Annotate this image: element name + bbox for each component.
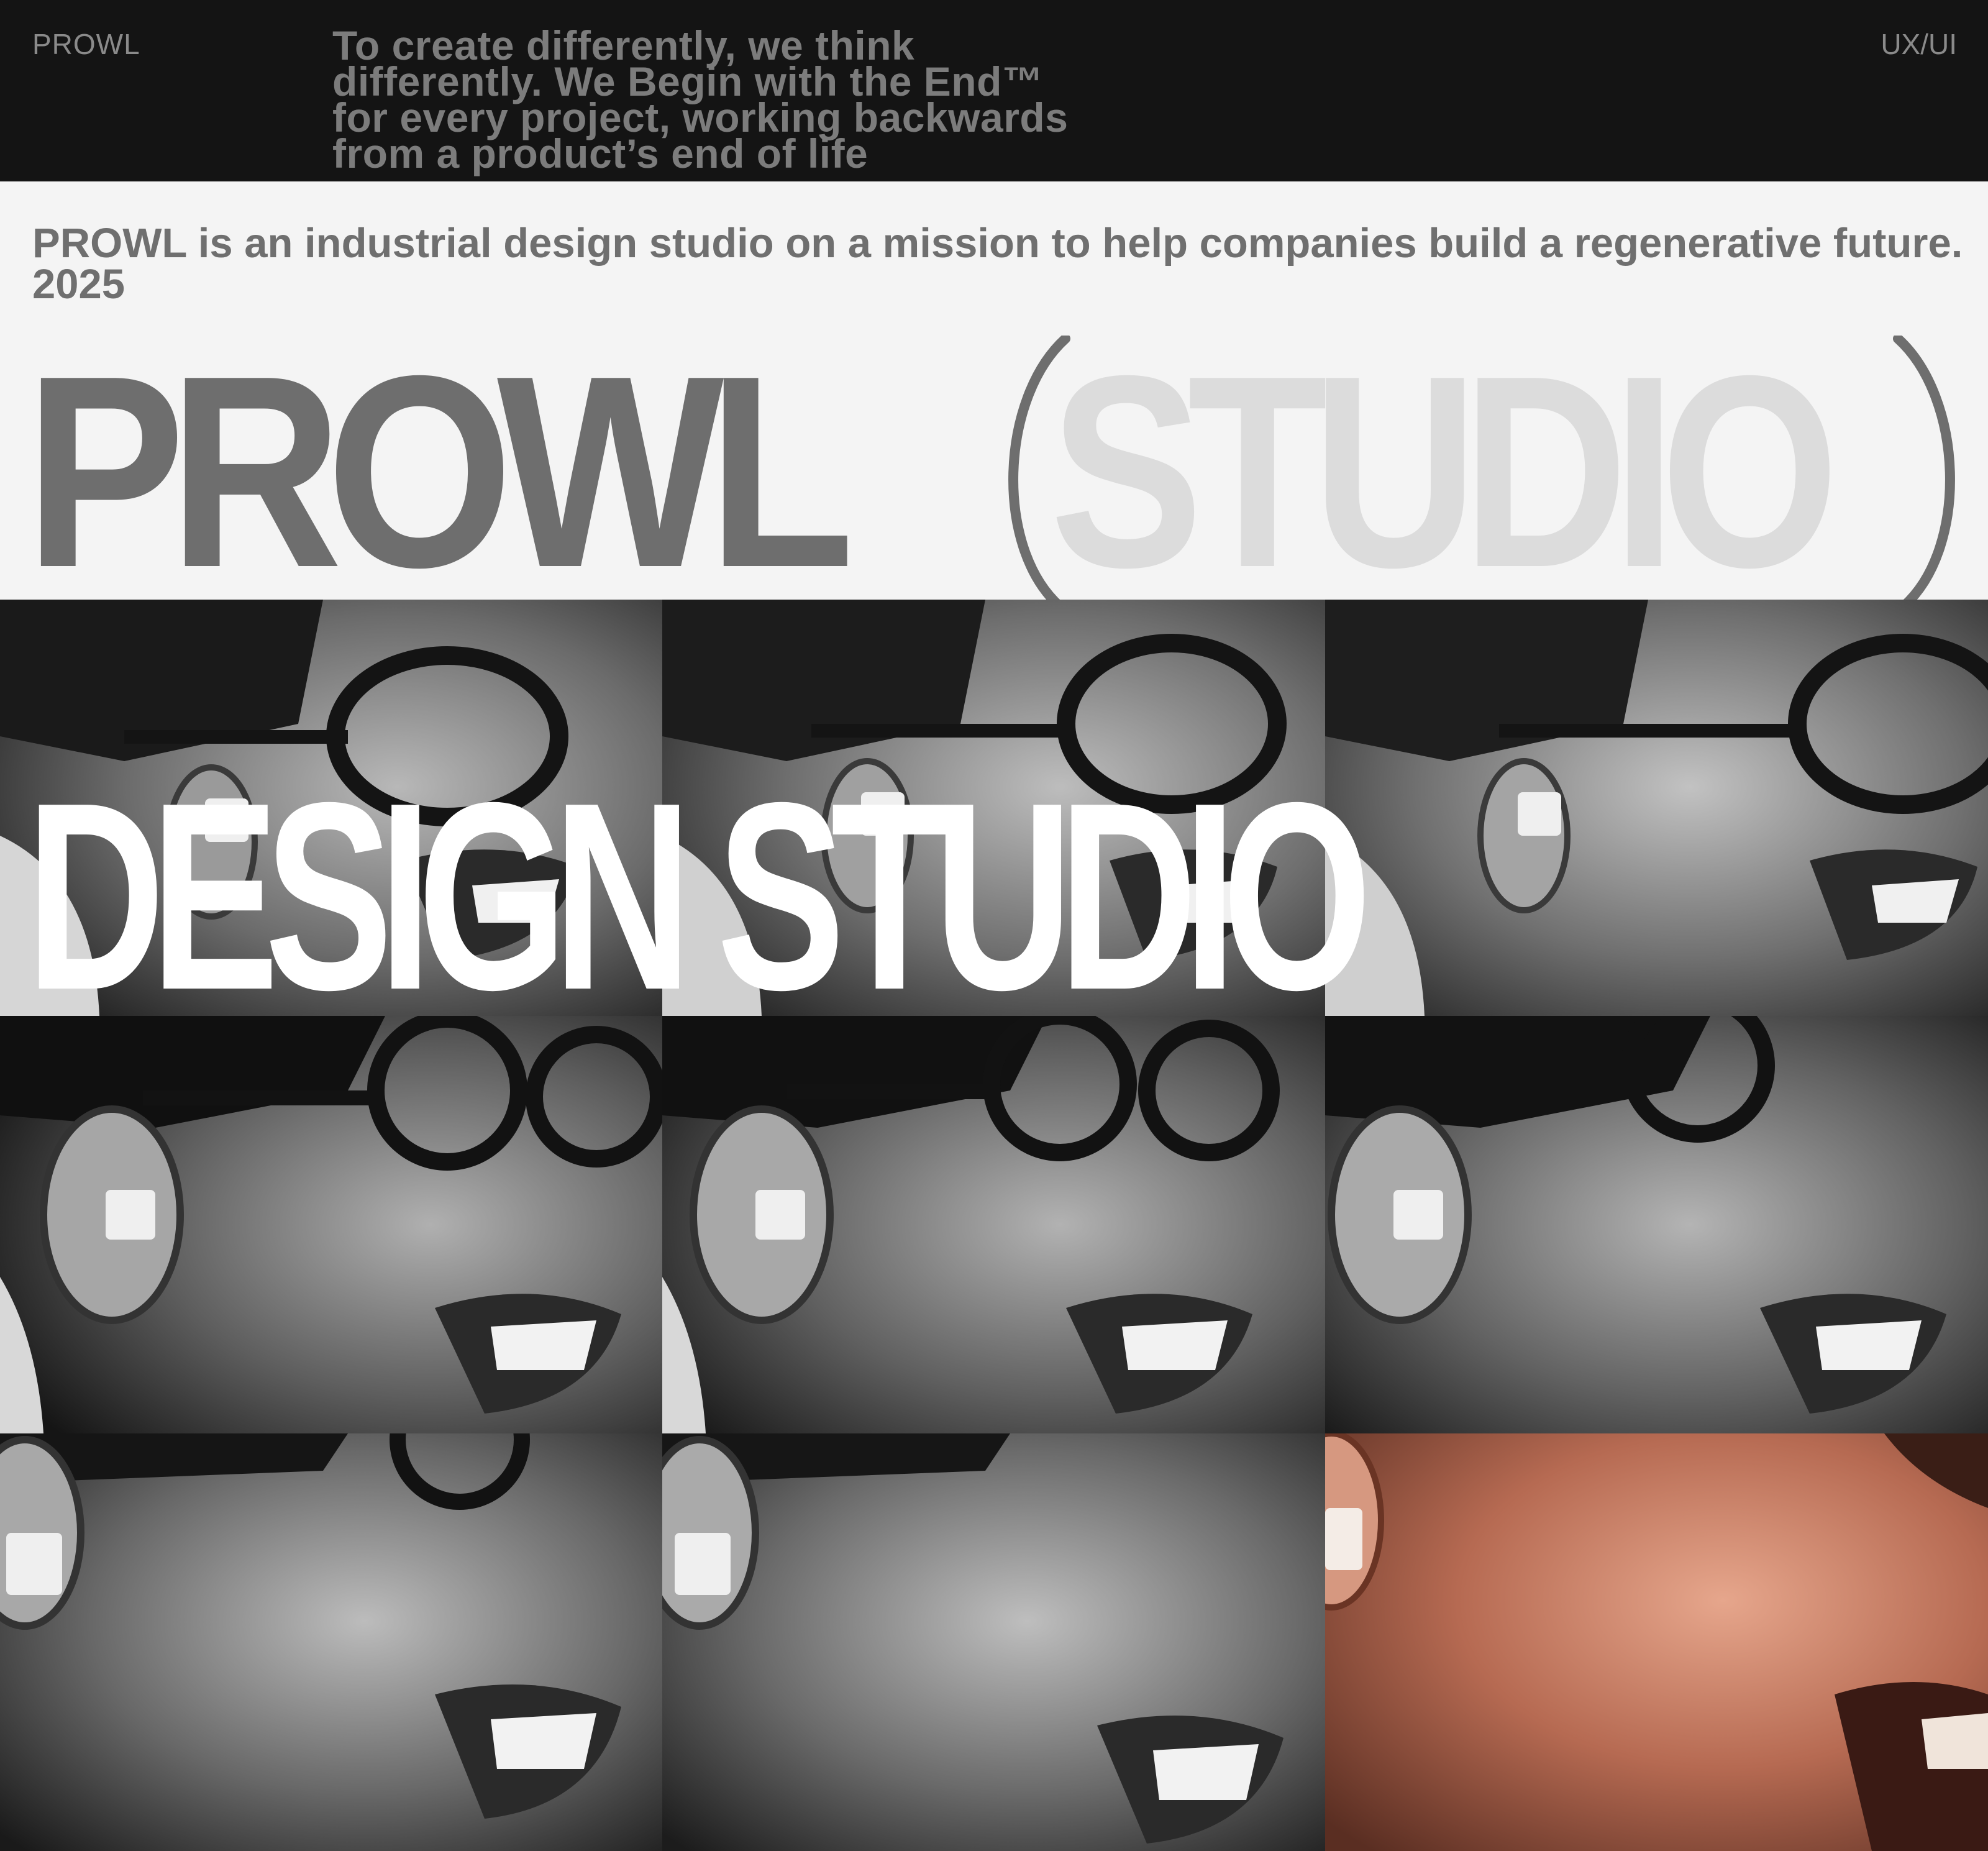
intro-statement: PROWL is an industrial design studio on …	[32, 220, 1963, 308]
top-bar: PROWL To create differently, we think di…	[0, 0, 1988, 181]
wordmark-studio: STUDIO	[1050, 319, 1839, 624]
tagline: To create differently, we think differen…	[332, 25, 1202, 176]
wordmark: PROWL STUDIO	[0, 336, 1988, 609]
portrait-photo	[1325, 1016, 1988, 1433]
discipline-link[interactable]: UX/UI	[1881, 27, 1957, 61]
portrait-photo	[0, 1016, 662, 1433]
brand-link[interactable]: PROWL	[32, 27, 140, 61]
portrait-photo	[0, 1433, 662, 1851]
wordmark-prowl: PROWL	[25, 319, 854, 624]
portrait-photo	[1325, 600, 1988, 1016]
tagline-line: from a product’s end of life	[332, 130, 869, 176]
close-paren-icon	[1893, 336, 1955, 609]
portrait-photo-color	[1325, 1433, 1988, 1851]
hero-title: DESIGN STUDIO	[26, 747, 1372, 1046]
portrait-photo	[662, 1016, 1325, 1433]
portrait-photo	[662, 1433, 1325, 1851]
